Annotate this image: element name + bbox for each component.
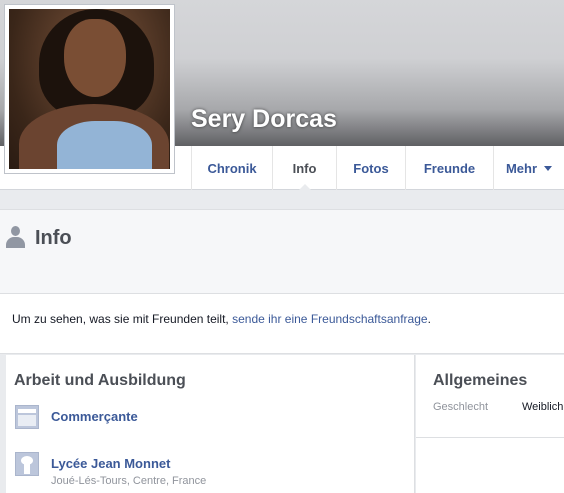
notice-text-start: Um zu sehen, was sie mit Freunden teilt, bbox=[12, 312, 233, 326]
notice-text: Um zu sehen, was sie mit Freunden teilt,… bbox=[12, 312, 431, 326]
tab-label: Freunde bbox=[423, 160, 476, 176]
gender-label: Geschlecht bbox=[433, 401, 489, 413]
tab-freunde[interactable]: Freunde bbox=[405, 146, 493, 190]
friend-request-notice: Um zu sehen, was sie mit Freunden teilt,… bbox=[0, 294, 564, 354]
tab-label: Mehr bbox=[505, 160, 538, 176]
notice-text-end: . bbox=[427, 312, 431, 326]
tab-label: Chronik bbox=[207, 160, 257, 176]
tab-info[interactable]: Info bbox=[272, 146, 336, 191]
gender-value: Weiblich bbox=[522, 401, 564, 413]
general-title: Allgemeines bbox=[433, 372, 528, 389]
section-title: Info bbox=[35, 227, 72, 249]
work-education-panel: Arbeit und Ausbildung Commerçante Lycée … bbox=[6, 355, 415, 493]
work-education-title: Arbeit und Ausbildung bbox=[14, 372, 186, 389]
education-entry-location: Joué-Lés-Tours, Centre, France bbox=[51, 475, 207, 487]
tab-fotos[interactable]: Fotos bbox=[336, 146, 405, 190]
profile-photo-image bbox=[9, 9, 170, 169]
tab-mehr[interactable]: Mehr bbox=[493, 146, 564, 190]
person-icon bbox=[6, 226, 25, 248]
briefcase-icon bbox=[15, 405, 39, 429]
profile-name[interactable]: Sery Dorcas bbox=[191, 105, 337, 134]
school-icon bbox=[15, 452, 39, 476]
tab-label: Fotos bbox=[353, 160, 389, 176]
photo-top bbox=[57, 121, 152, 169]
work-entry-name[interactable]: Commerçante bbox=[51, 409, 138, 424]
tab-chronik[interactable]: Chronik bbox=[191, 146, 272, 190]
photo-face bbox=[64, 19, 126, 97]
info-section-header: Info bbox=[0, 209, 564, 294]
education-entry-name[interactable]: Lycée Jean Monnet bbox=[51, 456, 170, 471]
profile-picture[interactable] bbox=[4, 4, 175, 174]
chevron-down-icon bbox=[544, 165, 553, 171]
tab-label: Info bbox=[292, 160, 317, 176]
general-panel: Allgemeines Geschlecht Weiblich bbox=[416, 355, 564, 493]
friend-request-link[interactable]: sende ihr eine Freundschaftsanfrage bbox=[232, 312, 427, 326]
section-divider bbox=[416, 437, 564, 438]
